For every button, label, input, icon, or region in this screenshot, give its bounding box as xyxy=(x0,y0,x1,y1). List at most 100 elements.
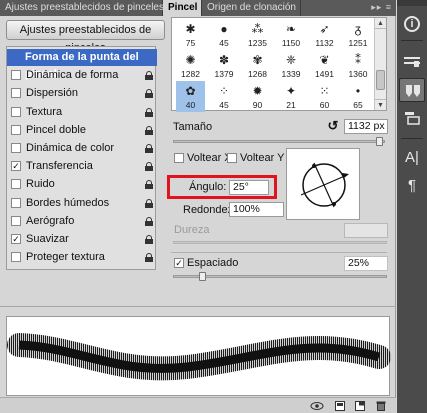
eye-toggle-icon[interactable] xyxy=(310,401,324,411)
brush-preset-cell[interactable]: ⁙ 60 xyxy=(310,81,339,112)
brush-option-item[interactable]: Aerógrafo xyxy=(7,213,157,230)
brush-size-label: 45 xyxy=(219,38,229,48)
brush-size-label: 45 xyxy=(219,100,229,110)
brush-preset-cell[interactable]: ❈ 1339 xyxy=(277,50,306,81)
brush-option-item[interactable]: ✓ Suavizar xyxy=(7,231,157,248)
brush-preset-cell[interactable]: ✱ 75 xyxy=(176,19,205,50)
scroll-thumb[interactable] xyxy=(376,70,385,90)
lock-icon[interactable] xyxy=(145,198,153,208)
tab-brush[interactable]: Pincel xyxy=(163,0,202,16)
brush-option-item[interactable]: ✓ Transferencia xyxy=(7,158,157,175)
brush-option-item[interactable]: Forma de la punta del pincel xyxy=(7,49,157,80)
lock-icon[interactable] xyxy=(145,89,153,99)
brush-preset-cell[interactable]: ⁘ 45 xyxy=(210,81,239,112)
scroll-up-icon[interactable]: ▲ xyxy=(375,18,386,29)
brush-option-item[interactable]: Bordes húmedos xyxy=(7,195,157,212)
brush-size-label: 1251 xyxy=(348,38,368,48)
option-checkbox[interactable] xyxy=(11,70,21,81)
flip-y-checkbox[interactable] xyxy=(227,153,237,163)
brush-preset-cell[interactable]: ● 45 xyxy=(210,19,239,50)
option-checkbox[interactable]: ✓ xyxy=(11,161,21,172)
tab-clone-source[interactable]: Origen de clonación xyxy=(202,0,301,16)
brush-preset-cell[interactable]: ❧ 1150 xyxy=(277,19,306,50)
brush-option-item[interactable]: Ruido xyxy=(7,176,157,193)
brush-preset-cell[interactable]: ✺ 1282 xyxy=(176,50,205,81)
angle-label: Ángulo: xyxy=(189,181,227,193)
lock-icon[interactable] xyxy=(145,162,153,172)
brush-preset-cell[interactable]: • 65 xyxy=(344,81,373,112)
brush-presets-icon[interactable] xyxy=(399,50,425,74)
brush-icon[interactable] xyxy=(399,78,425,102)
brush-preset-cell[interactable]: ⁂ 1235 xyxy=(243,19,272,50)
lock-icon[interactable] xyxy=(145,144,153,153)
brush-preset-cell[interactable]: ➶ 1132 xyxy=(310,19,339,50)
spacing-input[interactable]: 25% xyxy=(344,256,388,271)
brush-preset-cell[interactable]: ⁑ 1360 xyxy=(344,50,373,81)
scroll-down-icon[interactable]: ▼ xyxy=(375,99,386,110)
size-slider-thumb[interactable] xyxy=(375,137,383,146)
paragraph-icon[interactable]: ¶ xyxy=(399,174,425,198)
brush-size-label: 1150 xyxy=(281,38,301,48)
new-layer-icon[interactable] xyxy=(355,401,365,411)
spacing-slider-thumb[interactable] xyxy=(199,272,207,281)
brush-preset-cell[interactable]: ✾ 1268 xyxy=(243,50,272,81)
dock-divider xyxy=(401,40,423,41)
brush-preset-cell[interactable]: ✦ 21 xyxy=(277,81,306,112)
new-preset-icon[interactable] xyxy=(335,401,345,411)
brush-option-item[interactable]: Dinámica de color xyxy=(7,140,157,157)
grid-scrollbar[interactable]: ▲ ▼ xyxy=(374,18,386,110)
brush-option-item[interactable]: Pincel doble xyxy=(7,122,157,139)
reset-circle-arrow-icon[interactable]: ↺ xyxy=(326,119,340,133)
brush-preset-cell[interactable]: ✹ 90 xyxy=(243,81,272,112)
size-label: Tamaño xyxy=(173,121,213,133)
roundness-input[interactable]: 100% xyxy=(229,202,284,217)
spacing-label: Espaciado xyxy=(187,257,239,269)
brush-option-item[interactable]: Textura xyxy=(7,104,157,121)
spacing-checkbox[interactable]: ✓ xyxy=(174,258,184,268)
lock-icon[interactable] xyxy=(145,71,153,81)
flip-y-label: Voltear Y xyxy=(240,152,285,164)
brush-presets-button[interactable]: Ajustes preestablecidos de pinceles xyxy=(6,20,165,54)
option-checkbox[interactable] xyxy=(11,197,21,208)
clone-source-icon[interactable] xyxy=(399,106,425,130)
info-icon[interactable]: i xyxy=(399,10,425,34)
lock-icon[interactable] xyxy=(145,253,153,263)
size-slider-track[interactable] xyxy=(173,140,385,143)
brush-tip-icon: ➶ xyxy=(319,22,330,36)
lock-icon[interactable] xyxy=(145,235,153,244)
lock-icon[interactable] xyxy=(145,107,153,117)
tab-label: Origen de clonación xyxy=(207,2,296,13)
flip-x-label: Voltear X xyxy=(187,152,232,164)
brush-option-item[interactable]: Dispersión xyxy=(7,85,157,102)
brush-preset-cell[interactable]: ❦ 1491 xyxy=(310,50,339,81)
option-label: Transferencia xyxy=(26,160,93,173)
tab-brush-presets[interactable]: Ajustes preestablecidos de pinceles xyxy=(0,0,164,16)
brush-preset-cell[interactable]: ᵹ 1251 xyxy=(344,19,373,50)
brush-option-item[interactable]: Proteger textura xyxy=(7,249,157,266)
option-checkbox[interactable] xyxy=(11,252,21,263)
brush-angle-preview[interactable] xyxy=(286,148,360,220)
brush-size-label: 75 xyxy=(185,38,196,48)
dock-grip[interactable] xyxy=(397,0,427,6)
flip-x-checkbox[interactable] xyxy=(174,153,184,163)
brush-option-item[interactable]: Dinámica de forma xyxy=(7,67,157,84)
brush-preset-cell[interactable]: ✽ 1379 xyxy=(210,50,239,81)
lock-icon[interactable] xyxy=(145,180,153,190)
angle-input[interactable]: 25° xyxy=(229,180,269,195)
option-checkbox[interactable] xyxy=(11,106,21,117)
option-checkbox[interactable] xyxy=(11,179,21,190)
option-checkbox[interactable] xyxy=(11,143,21,153)
option-checkbox[interactable] xyxy=(11,215,21,226)
option-checkbox[interactable]: ✓ xyxy=(11,234,21,244)
divider xyxy=(171,252,387,253)
size-input[interactable]: 1132 px xyxy=(344,119,388,134)
lock-icon[interactable] xyxy=(145,125,153,135)
option-checkbox[interactable] xyxy=(11,88,21,99)
brush-preset-cell[interactable]: ✿ 40 xyxy=(176,81,205,112)
trash-icon[interactable] xyxy=(376,401,386,411)
lock-icon[interactable] xyxy=(145,216,153,226)
option-checkbox[interactable] xyxy=(11,124,21,135)
character-icon[interactable]: A| xyxy=(399,146,425,170)
panel-menu-icon[interactable]: ▸▸ ≡ xyxy=(371,2,392,13)
brush-stroke-preview xyxy=(6,316,391,396)
